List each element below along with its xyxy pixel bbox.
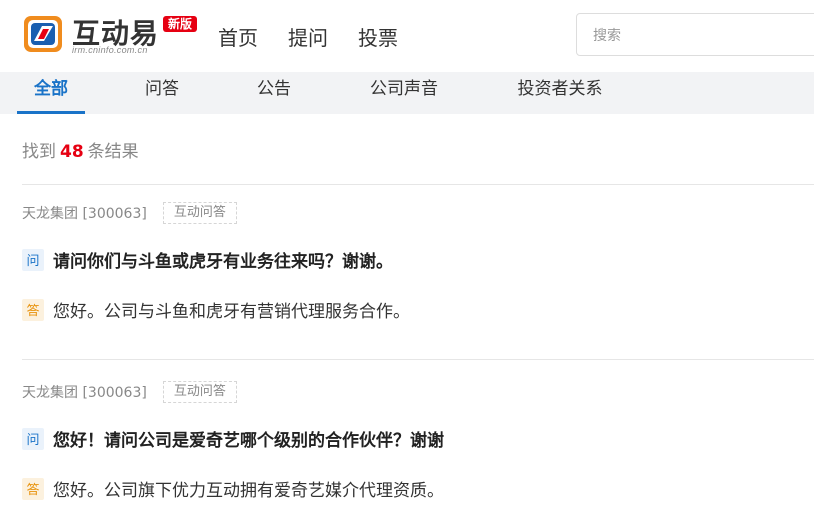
- company-link[interactable]: 天龙集团 [300063]: [22, 203, 147, 223]
- company-link[interactable]: 天龙集团 [300063]: [22, 382, 147, 402]
- nav-ask[interactable]: 提问: [288, 22, 328, 51]
- question-text[interactable]: 请问你们与斗鱼或虎牙有业务往来吗？谢谢。: [53, 247, 393, 272]
- tab-investor-relations[interactable]: 投资者关系: [508, 72, 612, 114]
- question-icon: 问: [22, 427, 44, 450]
- tab-company-voice[interactable]: 公司声音: [362, 72, 446, 114]
- list-item: 天龙集团 [300063] 互动问答 问 请问你们与斗鱼或虎牙有业务往来吗？谢谢…: [22, 201, 814, 331]
- type-tag: 互动问答: [162, 202, 237, 224]
- divider: [22, 184, 814, 185]
- question-row: 问 请问你们与斗鱼或虎牙有业务往来吗？谢谢。: [22, 247, 393, 272]
- divider: [22, 359, 814, 360]
- answer-row: 答 您好。公司与斗鱼和虎牙有营销代理服务合作。: [22, 297, 410, 322]
- new-version-badge: 新版: [163, 16, 197, 32]
- main-nav: 首页 提问 投票: [218, 22, 398, 51]
- type-tag: 互动问答: [162, 381, 237, 403]
- logo-icon: [24, 16, 62, 52]
- tab-announcements[interactable]: 公告: [248, 72, 300, 114]
- question-icon: 问: [22, 248, 44, 271]
- answer-icon: 答: [22, 477, 44, 500]
- result-count: 找到 48 条结果: [22, 137, 139, 162]
- category-tabs: 全部 问答 公告 公司声音 投资者关系: [0, 72, 814, 114]
- logo-subtitle: irm.cninfo.com.cn: [72, 45, 148, 55]
- result-count-suffix: 条结果: [87, 142, 139, 162]
- answer-row: 答 您好。公司旗下优力互动拥有爱奇艺媒介代理资质。: [22, 476, 444, 501]
- question-text[interactable]: 您好！请问公司是爱奇艺哪个级别的合作伙伴？谢谢: [53, 426, 444, 451]
- result-count-number: 48: [60, 142, 84, 162]
- answer-text: 您好。公司与斗鱼和虎牙有营销代理服务合作。: [53, 302, 410, 322]
- tab-all[interactable]: 全部: [17, 72, 85, 114]
- question-row: 问 您好！请问公司是爱奇艺哪个级别的合作伙伴？谢谢: [22, 426, 444, 451]
- result-count-prefix: 找到: [22, 142, 56, 162]
- tab-qa[interactable]: 问答: [136, 72, 188, 114]
- item-meta: 天龙集团 [300063] 互动问答: [22, 201, 237, 225]
- site-header: 互动易 irm.cninfo.com.cn 新版 首页 提问 投票: [0, 0, 814, 72]
- nav-vote[interactable]: 投票: [358, 22, 398, 51]
- search-input[interactable]: [576, 13, 814, 56]
- item-meta: 天龙集团 [300063] 互动问答: [22, 380, 237, 404]
- site-logo[interactable]: 互动易 irm.cninfo.com.cn 新版: [22, 14, 197, 58]
- answer-text: 您好。公司旗下优力互动拥有爱奇艺媒介代理资质。: [53, 481, 444, 501]
- nav-home[interactable]: 首页: [218, 22, 258, 51]
- answer-icon: 答: [22, 298, 44, 321]
- list-item: 天龙集团 [300063] 互动问答 问 您好！请问公司是爱奇艺哪个级别的合作伙…: [22, 380, 814, 520]
